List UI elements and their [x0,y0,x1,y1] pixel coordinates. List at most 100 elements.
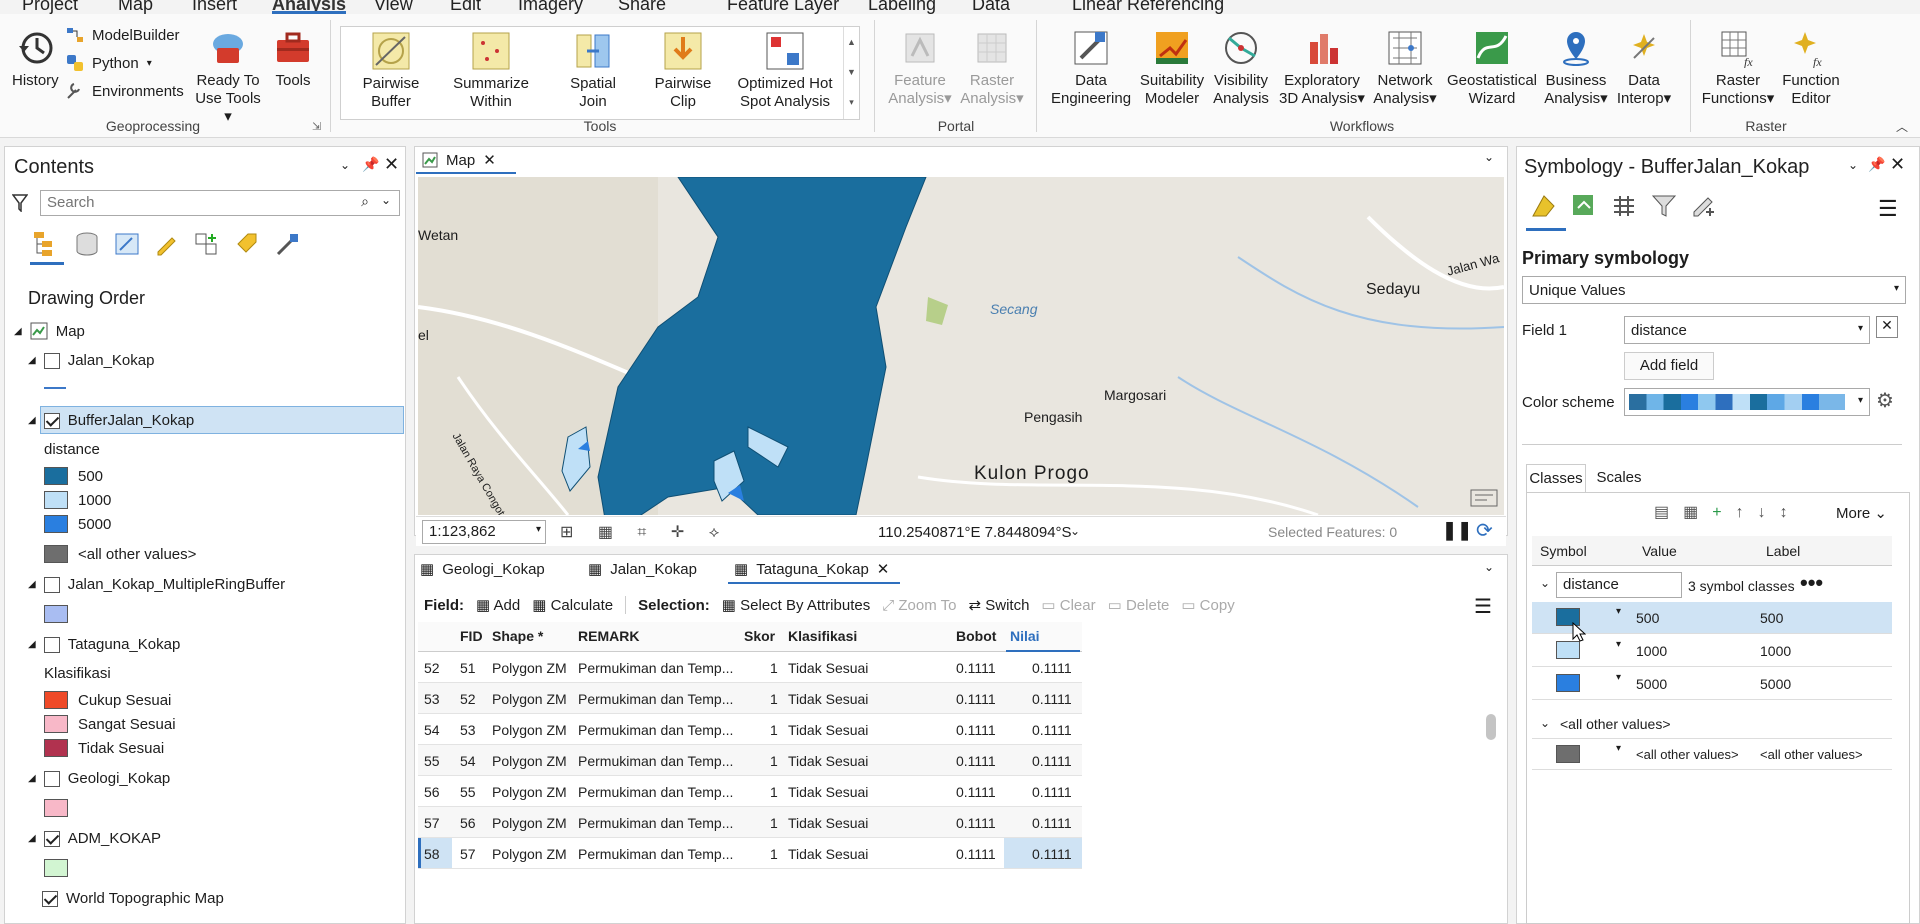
table-options-menu-icon[interactable]: ☰ [1474,594,1492,619]
class-value[interactable]: 5000 [1636,676,1667,692]
layer-visibility-checkbox[interactable] [43,352,60,369]
tab-classes[interactable]: Classes [1526,464,1586,492]
symbol-dropdown-icon[interactable]: ▾ [1616,743,1621,754]
map-pane-menu-icon[interactable]: ⌄ [1484,150,1494,164]
modelbuilder-button[interactable]: ModelBuilder [66,26,180,44]
select-by-attributes-button[interactable]: ▦ Select By Attributes [722,596,870,614]
scale-selector[interactable]: 1:123,862 ▾ [422,520,546,544]
table-cell-remark[interactable]: Permukiman dan Temp... [578,691,733,707]
layer-visibility-checkbox[interactable] [43,412,60,429]
table-cell-nilai[interactable]: 0.1111 [1032,846,1072,862]
table-cell-nilai[interactable]: 0.1111 [1032,722,1072,738]
tab-scales[interactable]: Scales [1592,464,1646,492]
collapse-group-icon[interactable]: ⌄ [1540,576,1550,590]
geoprocessing-launcher-icon[interactable]: ⇲ [312,120,321,133]
add-field-button[interactable]: ▦ Add [476,596,520,614]
tab-share[interactable]: Share [618,0,666,14]
class-symbol-swatch[interactable] [1556,641,1580,659]
table-row[interactable]: 52 51 Polygon ZM Permukiman dan Temp... 1 Tid… [418,652,1082,683]
layer-visibility-checkbox[interactable] [43,576,60,593]
symbol-layer-drawing-icon[interactable] [1610,192,1638,220]
history-button[interactable]: History [12,28,59,90]
class-label[interactable]: 5000 [1760,676,1791,692]
spatial-join-button[interactable]: Spatial Join [551,31,635,111]
table-row[interactable]: 54 53 Polygon ZM Permukiman dan Temp... 1 Tid… [418,714,1082,745]
symbology-pin-icon[interactable]: 📌 [1868,156,1885,173]
switch-selection-button[interactable]: ⇄ Switch [968,596,1029,614]
table-cell-n[interactable]: 58 [424,846,440,862]
table-cell-shape[interactable]: Polygon ZM [492,660,567,676]
close-map-tab-icon[interactable]: ✕ [483,151,496,169]
table-cell-bobot[interactable]: 0.1111 [956,815,996,831]
contents-search-input[interactable] [47,191,347,213]
close-symbology-icon[interactable]: ✕ [1890,154,1905,175]
copy-button[interactable]: ▭ Copy [1181,596,1234,614]
list-by-editing-icon[interactable] [154,232,180,256]
table-cell-bobot[interactable]: 0.1111 [956,753,996,769]
feature-analysis-button[interactable]: Feature Analysis▾ [884,28,956,108]
table-cell-klas[interactable]: Tidak Sesuai [788,815,868,831]
expand-triangle-icon[interactable]: ◢ [14,326,22,337]
layer-visibility-checkbox[interactable] [43,830,60,847]
other-values-row[interactable]: ▾ <all other values> <all other values> [1532,738,1892,770]
tab-feature-layer[interactable]: Feature Layer [727,0,839,14]
column-header-bobot[interactable]: Bobot [956,628,996,644]
table-cell-fid[interactable]: 52 [460,691,476,707]
table-cell-klas[interactable]: Tidak Sesuai [788,722,868,738]
table-cell-n[interactable]: 56 [424,784,440,800]
coordinate-format-dropdown-icon[interactable]: ⌄ [1070,524,1080,538]
class-row[interactable]: ▾ 500 500 [1532,602,1892,634]
collapse-ribbon-icon[interactable]: ︿ [1896,118,1908,135]
advanced-symbology-icon[interactable] [1690,192,1718,220]
contents-search-box[interactable]: ⌕ ⌄ [40,190,400,216]
list-by-snapping-icon[interactable] [194,232,220,256]
python-button[interactable]: Python ▾ [66,54,152,72]
column-header-fid[interactable]: FID [460,628,483,644]
symbol-dropdown-icon[interactable]: ▾ [1616,639,1621,650]
tab-linear-referencing[interactable]: Linear Referencing [1072,0,1224,14]
table-cell-n[interactable]: 54 [424,722,440,738]
attribution-icon[interactable] [1470,487,1498,509]
close-contents-icon[interactable]: ✕ [384,154,399,175]
map-view-tab[interactable]: Map ✕ [416,148,516,174]
table-cell-remark[interactable]: Permukiman dan Temp... [578,753,733,769]
table-cell-klas[interactable]: Tidak Sesuai [788,784,868,800]
table-scroll-thumb[interactable] [1486,714,1496,740]
table-cell-bobot[interactable]: 0.1111 [956,784,996,800]
symbology-filter-icon[interactable] [1650,192,1678,220]
toc-layer-adm[interactable]: ◢ ADM_KOKAP [28,830,161,847]
table-cell-skor[interactable]: 1 [770,722,778,738]
pause-drawing-icon[interactable]: ❚❚ [1442,520,1472,541]
toc-layer-geologi[interactable]: ◢ Geologi_Kokap [28,770,170,787]
symbol-swatch-cukup[interactable] [44,691,68,709]
remove-field-icon[interactable]: ✕ [1876,316,1898,338]
expand-triangle-icon[interactable]: ◢ [28,833,36,844]
other-label[interactable]: <all other values> [1760,747,1863,762]
table-cell-nilai[interactable]: 0.1111 [1032,660,1072,676]
symbol-swatch-ring[interactable] [44,605,68,623]
expand-triangle-icon[interactable]: ◢ [28,355,36,366]
group-heading-input[interactable]: distance [1556,572,1682,598]
table-cell-n[interactable]: 57 [424,815,440,831]
list-by-perspective-icon[interactable] [274,232,300,256]
visibility-analysis-button[interactable]: Visibility Analysis [1206,28,1276,108]
table-cell-n[interactable]: 55 [424,753,440,769]
search-icon[interactable]: ⌕ [361,193,369,210]
table-cell-fid[interactable]: 51 [460,660,476,676]
symbol-dropdown-icon[interactable]: ▾ [1616,672,1621,683]
environments-button[interactable]: Environments [66,82,184,100]
table-row[interactable]: 55 54 Polygon ZM Permukiman dan Temp... 1 Tid… [418,745,1082,776]
table-cell-shape[interactable]: Polygon ZM [492,846,567,862]
symbol-swatch-5000[interactable] [44,515,68,533]
close-table-tab-icon[interactable]: ✕ [877,560,890,578]
table-cell-n[interactable]: 53 [424,691,440,707]
collapse-other-group-icon[interactable]: ⌄ [1540,716,1550,730]
business-analysis-button[interactable]: Business Analysis▾ [1540,28,1612,108]
geostatistical-wizard-button[interactable]: Geostatistical Wizard [1442,28,1542,108]
table-cell-fid[interactable]: 54 [460,753,476,769]
field1-dropdown[interactable]: distance ▾ [1624,316,1870,344]
table-tab-geologi[interactable]: ▦ Geologi_Kokap [420,560,545,579]
class-symbol-swatch[interactable] [1556,674,1580,692]
calculate-field-button[interactable]: ▦ Calculate [532,596,613,614]
symbol-swatch-tidak[interactable] [44,739,68,757]
